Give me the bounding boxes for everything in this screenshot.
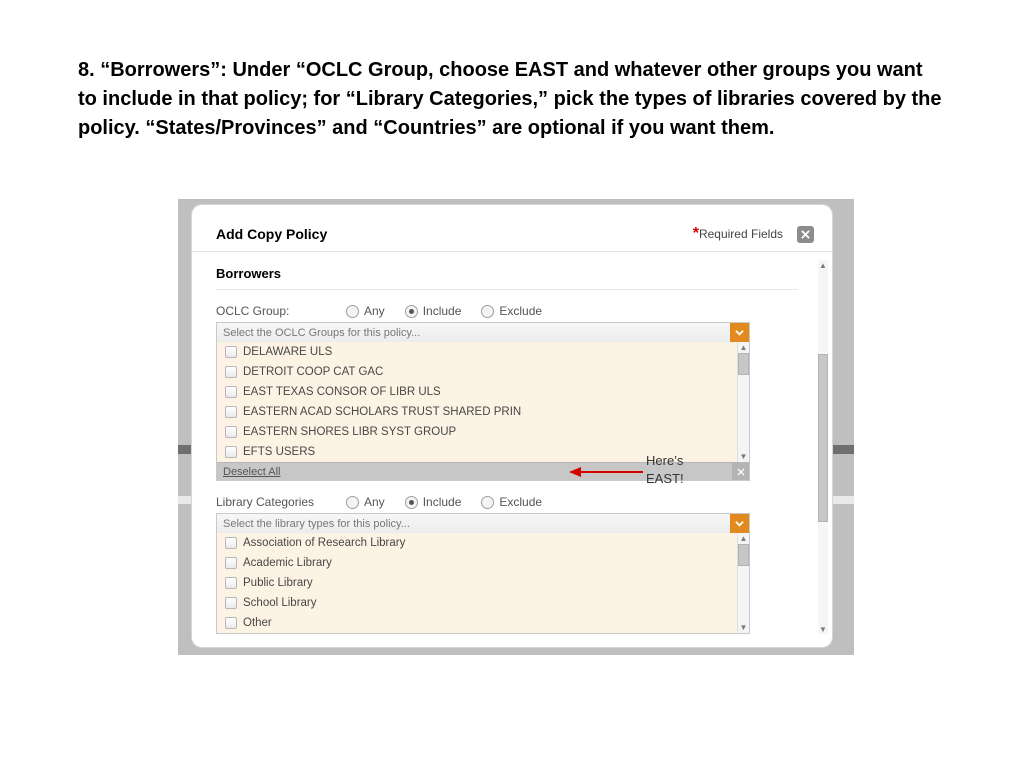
checkbox[interactable] <box>225 346 237 358</box>
list-item[interactable]: EASTERN SHORES LIBR SYST GROUP <box>217 422 749 442</box>
dialog-header: Add Copy Policy * Required Fields <box>192 205 832 252</box>
radio-exclude[interactable]: Exclude <box>481 304 542 318</box>
radio-include-label: Include <box>423 495 462 509</box>
required-fields-label: Required Fields <box>699 227 783 241</box>
list-item[interactable]: EASTERN ACAD SCHOLARS TRUST SHARED PRIN <box>217 402 749 422</box>
library-categories-label: Library Categories <box>216 495 346 509</box>
list-item-label: Association of Research Library <box>243 537 405 549</box>
list-item[interactable]: DELAWARE ULS <box>217 342 749 362</box>
deselect-all-link[interactable]: Deselect All <box>223 466 280 478</box>
checkbox[interactable] <box>225 577 237 589</box>
list-item[interactable]: Association of Research Library <box>217 533 749 553</box>
scroll-down-icon[interactable]: ▼ <box>738 622 749 633</box>
radio-any-label: Any <box>364 304 385 318</box>
checkbox[interactable] <box>225 406 237 418</box>
library-categories-row: Library Categories Any Include Exclude <box>216 481 824 509</box>
clear-button[interactable] <box>732 463 749 480</box>
callout-line2: EAST! <box>646 470 684 488</box>
list-item[interactable]: Academic Library <box>217 553 749 573</box>
radio-include[interactable]: Include <box>405 304 462 318</box>
radio-exclude-label: Exclude <box>499 495 542 509</box>
radio-include-label: Include <box>423 304 462 318</box>
list-item[interactable]: DETROIT COOP CAT GAC <box>217 362 749 382</box>
list-item[interactable]: EAST TEXAS CONSOR OF LIBR ULS <box>217 382 749 402</box>
list-scrollbar[interactable]: ▲ ▼ <box>737 342 749 462</box>
list-item-label: Public Library <box>243 577 313 589</box>
scroll-up-icon[interactable]: ▲ <box>738 342 749 353</box>
oclc-group-label: OCLC Group: <box>216 304 346 318</box>
list-item-label: EASTERN ACAD SCHOLARS TRUST SHARED PRIN <box>243 406 521 418</box>
scroll-down-icon[interactable]: ▼ <box>818 624 828 634</box>
radio-any-label: Any <box>364 495 385 509</box>
list-item-label: DETROIT COOP CAT GAC <box>243 366 383 378</box>
list-item-label: DELAWARE ULS <box>243 346 332 358</box>
oclc-placeholder: Select the OCLC Groups for this policy..… <box>223 327 420 339</box>
scroll-thumb[interactable] <box>738 544 749 566</box>
list-item-label: EFTS USERS <box>243 446 315 458</box>
checkbox[interactable] <box>225 426 237 438</box>
checkbox[interactable] <box>225 537 237 549</box>
scroll-up-icon[interactable]: ▲ <box>738 533 749 544</box>
libcat-placeholder: Select the library types for this policy… <box>223 518 410 530</box>
scroll-thumb[interactable] <box>818 354 828 522</box>
radio-exclude[interactable]: Exclude <box>481 495 542 509</box>
oclc-group-row: OCLC Group: Any Include Exclude <box>216 290 824 318</box>
add-copy-policy-dialog: Add Copy Policy * Required Fields ▲ ▼ Bo… <box>192 205 832 647</box>
scroll-up-icon[interactable]: ▲ <box>818 260 828 270</box>
annotation-arrow <box>569 465 643 479</box>
dialog-title: Add Copy Policy <box>216 226 327 242</box>
checkbox[interactable] <box>225 557 237 569</box>
list-item-label: Other <box>243 617 272 629</box>
dropdown-toggle[interactable] <box>730 514 749 533</box>
oclc-picker-header[interactable]: Select the OCLC Groups for this policy..… <box>217 323 749 342</box>
list-item[interactable]: Public Library <box>217 573 749 593</box>
close-icon <box>801 230 810 239</box>
callout-line1: Here’s <box>646 452 684 470</box>
checkbox[interactable] <box>225 446 237 458</box>
checkbox[interactable] <box>225 597 237 609</box>
annotation-callout: Here’s EAST! <box>646 452 684 487</box>
close-button[interactable] <box>797 226 814 243</box>
list-item-label: EASTERN SHORES LIBR SYST GROUP <box>243 426 456 438</box>
screenshot-frame: Add Copy Policy * Required Fields ▲ ▼ Bo… <box>178 199 854 655</box>
chevron-down-icon <box>735 328 744 337</box>
checkbox[interactable] <box>225 386 237 398</box>
list-scrollbar[interactable]: ▲ ▼ <box>737 533 749 633</box>
list-item-label: Academic Library <box>243 557 332 569</box>
libcat-picker-header[interactable]: Select the library types for this policy… <box>217 514 749 533</box>
close-icon <box>737 468 745 476</box>
scroll-thumb[interactable] <box>738 353 749 375</box>
section-borrowers: Borrowers <box>216 252 798 290</box>
list-item-label: EAST TEXAS CONSOR OF LIBR ULS <box>243 386 441 398</box>
radio-include[interactable]: Include <box>405 495 462 509</box>
chevron-down-icon <box>735 519 744 528</box>
library-categories-picker: Select the library types for this policy… <box>216 513 750 634</box>
radio-any[interactable]: Any <box>346 304 385 318</box>
checkbox[interactable] <box>225 617 237 629</box>
checkbox[interactable] <box>225 366 237 378</box>
dropdown-toggle[interactable] <box>730 323 749 342</box>
list-item-label: School Library <box>243 597 317 609</box>
list-item[interactable]: School Library <box>217 593 749 613</box>
radio-exclude-label: Exclude <box>499 304 542 318</box>
dialog-scrollbar[interactable]: ▲ ▼ <box>818 260 828 634</box>
radio-any[interactable]: Any <box>346 495 385 509</box>
scroll-down-icon[interactable]: ▼ <box>738 451 749 462</box>
instruction-text: 8. “Borrowers”: Under “OCLC Group, choos… <box>78 56 946 143</box>
list-item[interactable]: Other <box>217 613 749 633</box>
